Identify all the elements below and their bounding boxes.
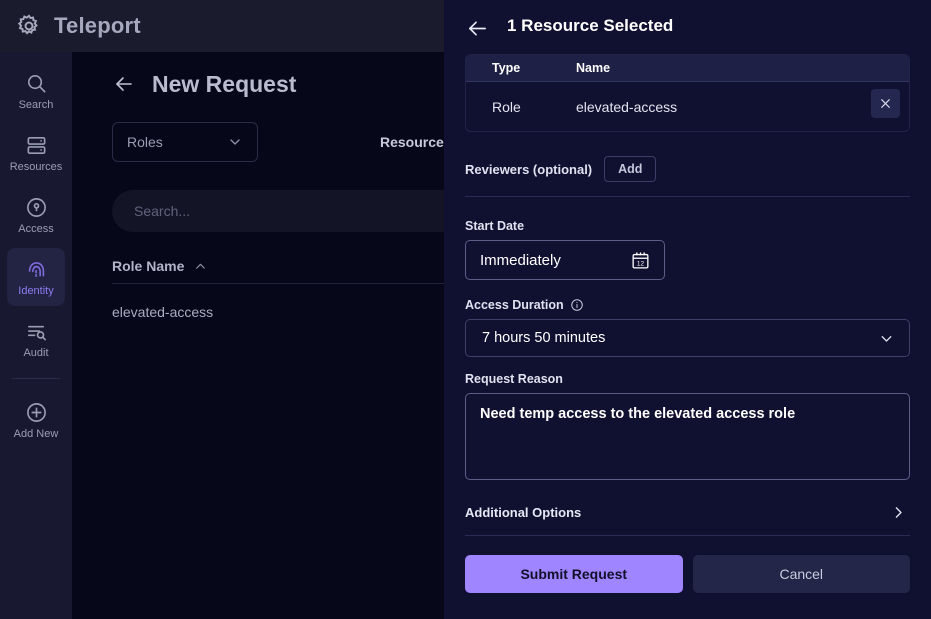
info-icon[interactable] bbox=[570, 298, 584, 312]
start-date-input[interactable]: Immediately 12 bbox=[465, 240, 665, 280]
request-drawer: 1 Resource Selected Type Name Role eleva… bbox=[444, 0, 931, 619]
sidebar-item-label: Access bbox=[18, 224, 53, 235]
sidebar-item-identity[interactable]: Identity bbox=[7, 248, 65, 306]
sidebar-item-add-new[interactable]: Add New bbox=[7, 391, 65, 449]
search-placeholder: Search... bbox=[134, 203, 190, 219]
cancel-button[interactable]: Cancel bbox=[693, 555, 911, 593]
sidebar-item-label: Add New bbox=[14, 429, 59, 440]
tab-resources[interactable]: Resources bbox=[380, 134, 452, 150]
page-title: New Request bbox=[152, 71, 296, 98]
selected-resources-header: Type Name bbox=[466, 55, 909, 82]
nav-divider bbox=[12, 378, 60, 379]
divider bbox=[465, 196, 910, 197]
sidebar-item-search[interactable]: Search bbox=[7, 62, 65, 120]
side-nav: Search Resources Access bbox=[0, 52, 72, 619]
start-date-field: Start Date Immediately 12 bbox=[465, 219, 910, 280]
access-duration-label-text: Access Duration bbox=[465, 298, 564, 312]
chevron-down-icon bbox=[878, 330, 895, 347]
cell-name: elevated-access bbox=[576, 99, 677, 115]
column-header-type: Type bbox=[466, 61, 576, 75]
table-row: Role elevated-access bbox=[466, 82, 909, 131]
gear-icon bbox=[16, 13, 42, 39]
column-header-name: Name bbox=[576, 61, 610, 75]
request-reason-input[interactable] bbox=[465, 393, 910, 480]
chevron-right-icon bbox=[890, 504, 907, 521]
calendar-icon[interactable]: 12 bbox=[630, 250, 651, 271]
additional-options-toggle[interactable]: Additional Options bbox=[465, 504, 910, 521]
sidebar-item-access[interactable]: Access bbox=[7, 186, 65, 244]
drawer-body: Type Name Role elevated-access bbox=[444, 52, 931, 535]
caret-up-icon bbox=[194, 260, 207, 273]
search-input[interactable]: Search... bbox=[112, 190, 472, 232]
additional-options-label: Additional Options bbox=[465, 505, 581, 520]
access-duration-select[interactable]: 7 hours 50 minutes bbox=[465, 319, 910, 357]
plus-circle-icon bbox=[25, 401, 48, 424]
access-duration-value: 7 hours 50 minutes bbox=[482, 330, 605, 346]
cell-type: Role bbox=[466, 99, 576, 115]
action-buttons: Submit Request Cancel bbox=[465, 555, 910, 593]
close-icon bbox=[879, 97, 892, 110]
start-date-value: Immediately bbox=[480, 252, 561, 269]
divider bbox=[465, 535, 910, 536]
svg-text:12: 12 bbox=[637, 260, 645, 267]
arrow-left-icon[interactable] bbox=[112, 72, 136, 96]
access-duration-field: Access Duration 7 hours 50 minutes bbox=[465, 298, 910, 357]
column-header-role-name[interactable]: Role Name bbox=[112, 258, 184, 274]
brand-title: Teleport bbox=[54, 13, 141, 39]
remove-resource-button[interactable] bbox=[871, 89, 900, 118]
server-icon bbox=[25, 134, 48, 157]
start-date-label: Start Date bbox=[465, 219, 910, 233]
search-icon bbox=[25, 72, 48, 95]
sidebar-item-resources[interactable]: Resources bbox=[7, 124, 65, 182]
arrow-left-icon[interactable] bbox=[466, 17, 489, 36]
submit-request-button[interactable]: Submit Request bbox=[465, 555, 683, 593]
sidebar-item-label: Resources bbox=[10, 162, 63, 173]
list-search-icon bbox=[25, 320, 48, 343]
sidebar-item-label: Identity bbox=[18, 286, 53, 297]
drawer-title: 1 Resource Selected bbox=[507, 16, 673, 36]
drawer-footer: Submit Request Cancel bbox=[444, 535, 931, 619]
request-reason-label-text: Request Reason bbox=[465, 372, 563, 386]
request-kind-select[interactable]: Roles bbox=[112, 122, 258, 162]
app-root: Teleport Search Resources bbox=[0, 0, 931, 619]
request-reason-label: Request Reason bbox=[465, 372, 910, 386]
fingerprint-icon bbox=[25, 258, 48, 281]
reviewers-row: Reviewers (optional) Add bbox=[465, 156, 910, 182]
sidebar-item-label: Search bbox=[19, 100, 54, 111]
drawer-header: 1 Resource Selected bbox=[444, 0, 931, 52]
add-reviewer-button[interactable]: Add bbox=[604, 156, 656, 182]
reviewers-label: Reviewers (optional) bbox=[465, 162, 592, 177]
access-duration-label: Access Duration bbox=[465, 298, 910, 312]
chevron-down-icon bbox=[227, 134, 243, 150]
request-kind-value: Roles bbox=[127, 134, 163, 150]
selected-resources-table: Type Name Role elevated-access bbox=[465, 54, 910, 132]
sidebar-item-audit[interactable]: Audit bbox=[7, 310, 65, 368]
start-date-label-text: Start Date bbox=[465, 219, 524, 233]
lock-circle-icon bbox=[25, 196, 48, 219]
sidebar-item-label: Audit bbox=[23, 348, 48, 359]
request-reason-field: Request Reason bbox=[465, 372, 910, 485]
